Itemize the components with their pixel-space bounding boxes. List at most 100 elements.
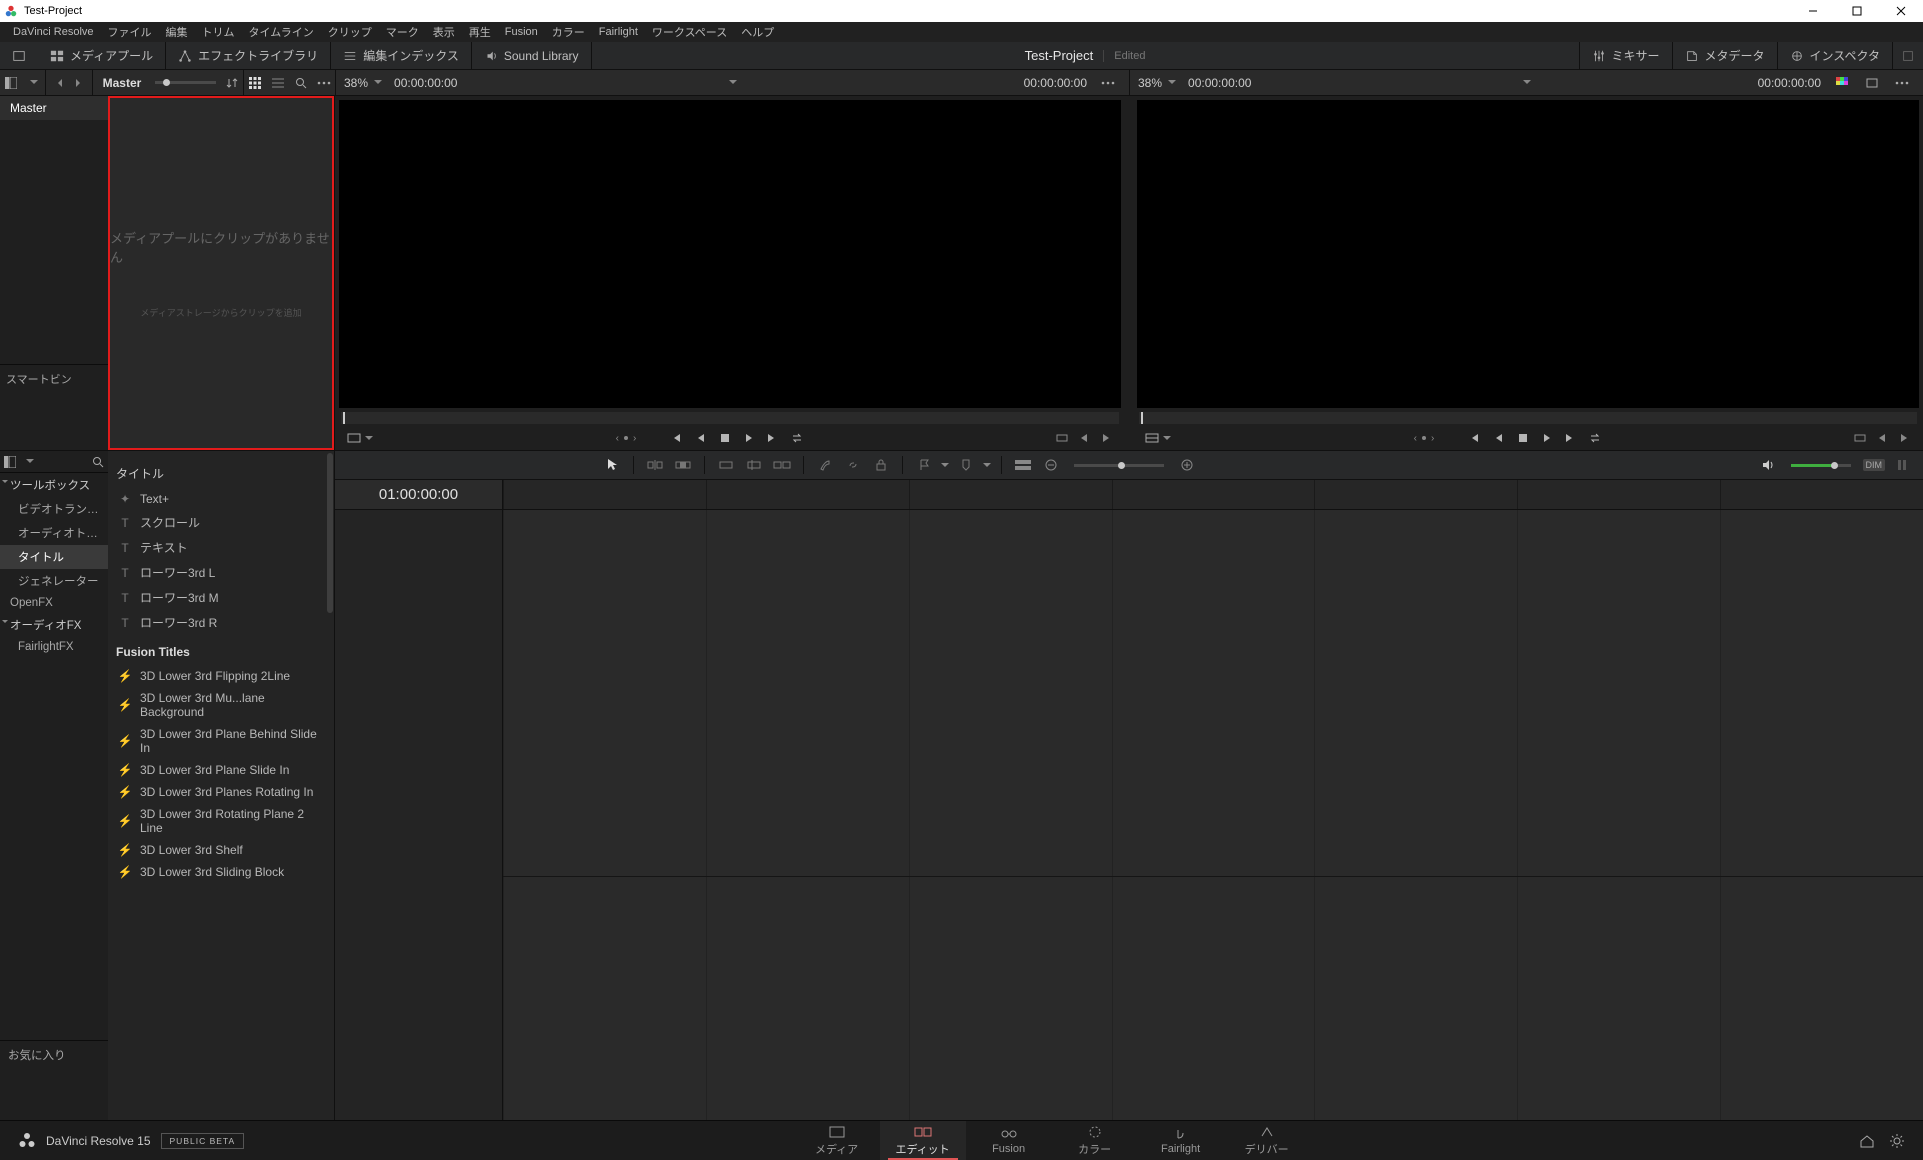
timeline-tracks-area[interactable] (503, 510, 1923, 1120)
timeline-zoom-slider[interactable] (1074, 464, 1164, 467)
rec-markout-button[interactable] (1893, 427, 1915, 449)
overwrite-button[interactable] (672, 454, 694, 476)
timeline-view-options-button[interactable] (1012, 454, 1034, 476)
flag-button[interactable] (913, 454, 935, 476)
fx-item[interactable]: ⚡3D Lower 3rd Flipping 2Line (112, 665, 324, 687)
append-button[interactable] (771, 454, 793, 476)
src-play-button[interactable] (738, 427, 760, 449)
fx-item[interactable]: Tローワー3rd R (112, 610, 324, 635)
link-button[interactable] (842, 454, 864, 476)
src-prev-frame-button[interactable] (690, 427, 712, 449)
rec-zoom-dropdown[interactable] (1168, 80, 1176, 88)
insert-button[interactable] (644, 454, 666, 476)
fx-cat-audio-transition[interactable]: オーディオトランジ... (0, 521, 108, 545)
rec-jog-control[interactable]: ‹› (1414, 433, 1435, 444)
src-stop-button[interactable] (714, 427, 736, 449)
src-jog-control[interactable]: ‹› (616, 433, 637, 444)
search-icon[interactable] (92, 456, 104, 468)
fx-item[interactable]: Tローワー3rd L (112, 560, 324, 585)
rec-mode-dropdown[interactable] (1163, 436, 1171, 444)
replace-button[interactable] (715, 454, 737, 476)
dim-button[interactable]: DIM (1863, 459, 1886, 471)
menu-trim[interactable]: トリム (195, 24, 242, 40)
rec-tc-in[interactable]: 00:00:00:00 (1188, 76, 1251, 90)
sidebar-layout-button[interactable] (0, 70, 23, 96)
bin-breadcrumb[interactable]: Master (93, 76, 152, 90)
rec-markin-button[interactable] (1871, 427, 1893, 449)
sort-button[interactable] (220, 70, 243, 96)
search-button[interactable] (290, 70, 313, 96)
sound-library-button[interactable]: Sound Library (472, 42, 592, 69)
page-tab-media[interactable]: メディア (794, 1121, 880, 1160)
volume-slider[interactable] (1791, 464, 1851, 467)
rec-tc-dur[interactable]: 00:00:00:00 (1758, 76, 1821, 90)
track-header-area[interactable] (335, 510, 503, 1120)
inspector-button[interactable]: インスペクタ (1777, 42, 1892, 69)
menu-timeline[interactable]: タイムライン (242, 24, 321, 40)
fx-item[interactable]: Tテキスト (112, 535, 324, 560)
page-tab-fusion[interactable]: Fusion (966, 1121, 1052, 1160)
page-tab-fairlight[interactable]: Fairlight (1138, 1121, 1224, 1160)
page-tab-color[interactable]: カラー (1052, 1121, 1138, 1160)
fx-item[interactable]: ⚡3D Lower 3rd Planes Rotating In (112, 781, 324, 803)
window-close-button[interactable] (1879, 0, 1923, 22)
rec-next-frame-button[interactable] (1560, 427, 1582, 449)
meters-button[interactable] (1891, 454, 1913, 476)
fit-to-fill-button[interactable] (743, 454, 765, 476)
menu-file[interactable]: ファイル (101, 24, 159, 40)
fx-item[interactable]: Tスクロール (112, 510, 324, 535)
media-pool-area[interactable]: メディアプールにクリップがありません メディアストレージからクリップを追加 (108, 96, 334, 450)
src-matchframe-button[interactable] (1051, 427, 1073, 449)
rec-stop-button[interactable] (1512, 427, 1534, 449)
fx-item[interactable]: ⚡3D Lower 3rd Plane Slide In (112, 759, 324, 781)
rec-timeline-dropdown[interactable] (1523, 80, 1531, 88)
src-zoom-dropdown[interactable] (374, 80, 382, 88)
timeline-timecode[interactable]: 01:00:00:00 (335, 480, 503, 509)
fx-item[interactable]: Tローワー3rd M (112, 585, 324, 610)
marker-button[interactable] (955, 454, 977, 476)
menu-help[interactable]: ヘルプ (734, 24, 781, 40)
src-clip-dropdown[interactable] (729, 80, 737, 88)
mute-button[interactable] (1757, 454, 1779, 476)
menu-fairlight[interactable]: Fairlight (592, 26, 645, 38)
fullscreen-viewer-button[interactable] (0, 42, 38, 69)
src-tc-dur[interactable]: 00:00:00:00 (1024, 76, 1087, 90)
src-mode-dropdown[interactable] (365, 436, 373, 444)
page-tab-deliver[interactable]: デリバー (1224, 1121, 1310, 1160)
fx-cat-toolbox[interactable]: ツールボックス (0, 473, 108, 497)
fx-item[interactable]: ⚡3D Lower 3rd Plane Behind Slide In (112, 723, 324, 759)
thumb-zoom-slider[interactable] (155, 81, 216, 84)
metadata-button[interactable]: メタデータ (1672, 42, 1777, 69)
zoom-in-button[interactable] (1176, 454, 1198, 476)
fx-item[interactable]: ⚡3D Lower 3rd Rotating Plane 2 Line (112, 803, 324, 839)
menu-fusion[interactable]: Fusion (498, 26, 545, 38)
edit-index-button[interactable]: 編集インデックス (331, 42, 472, 69)
fx-item[interactable]: ✦Text+ (112, 488, 324, 510)
menu-edit[interactable]: 編集 (159, 24, 195, 40)
flag-dropdown[interactable] (941, 463, 949, 471)
arrow-tool-button[interactable] (601, 454, 623, 476)
smart-bins-header[interactable]: スマートビン (0, 364, 108, 450)
fx-cat-audiofx[interactable]: オーディオFX (0, 613, 108, 637)
src-options-button[interactable] (1095, 70, 1121, 96)
sidebar-layout-dropdown[interactable] (23, 70, 46, 96)
window-minimize-button[interactable] (1791, 0, 1835, 22)
src-markout-button[interactable] (1095, 427, 1117, 449)
zoom-out-button[interactable] (1040, 454, 1062, 476)
menu-view[interactable]: 表示 (426, 24, 462, 40)
fx-layout-button[interactable] (4, 456, 22, 468)
fx-layout-dropdown[interactable] (26, 459, 34, 467)
rec-options-button[interactable] (1889, 70, 1915, 96)
lock-button[interactable] (870, 454, 892, 476)
nav-forward-button[interactable] (69, 70, 92, 96)
media-pool-button[interactable]: メディアプール (38, 42, 166, 69)
source-canvas[interactable] (339, 100, 1121, 408)
src-zoom[interactable]: 38% (344, 76, 368, 90)
bin-master[interactable]: Master (0, 96, 108, 120)
rec-zoom[interactable]: 38% (1138, 76, 1162, 90)
marker-dropdown[interactable] (983, 463, 991, 471)
rec-matchframe-button[interactable] (1849, 427, 1871, 449)
pool-options-button[interactable] (312, 70, 335, 96)
fx-scrollbar[interactable] (327, 453, 333, 613)
rec-prev-frame-button[interactable] (1488, 427, 1510, 449)
